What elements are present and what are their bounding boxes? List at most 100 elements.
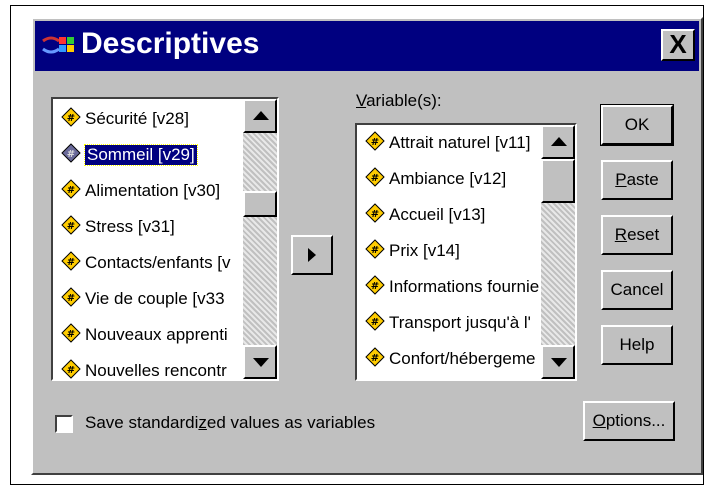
source-list-items: # Sécurité [v28] # Sommeil [v29] # Alimentati… — [53, 101, 241, 379]
list-item-label: Ambiance [v12] — [389, 169, 507, 188]
title-bar: Descriptives X — [35, 21, 699, 71]
list-item[interactable]: # Nouvelles rencontr — [53, 353, 241, 379]
list-item[interactable]: # Stress [v31] — [53, 209, 241, 245]
svg-text:#: # — [67, 113, 75, 124]
list-item-label: Informations fournie — [389, 277, 539, 296]
numeric-variable-icon: # — [365, 166, 385, 192]
save-standardized-label[interactable]: Save standardized values as variables — [85, 413, 375, 433]
list-item[interactable]: # Nouveaux apprenti — [53, 317, 241, 353]
paste-mnemonic: P — [615, 170, 627, 189]
svg-text:#: # — [67, 257, 75, 268]
variables-label-mnemonic: V — [356, 91, 367, 110]
svg-text:#: # — [371, 281, 379, 292]
svg-text:#: # — [371, 209, 379, 220]
numeric-variable-icon: # — [61, 214, 81, 240]
checkbox-label-part2: ed values as variables — [206, 413, 376, 432]
arrow-down-icon — [253, 358, 269, 367]
list-item[interactable]: # Confort/hébergeme — [357, 341, 539, 377]
svg-text:#: # — [371, 353, 379, 364]
scroll-thumb[interactable] — [243, 191, 277, 217]
move-to-variables-button[interactable] — [291, 235, 333, 275]
svg-text:#: # — [67, 185, 75, 196]
numeric-variable-icon: # — [61, 250, 81, 276]
list-item-label: Sommeil [v29] — [84, 144, 198, 166]
window-title: Descriptives — [81, 27, 260, 60]
list-item[interactable]: # Accueil [v13] — [357, 197, 539, 233]
list-item[interactable]: # Vie de couple [v33 — [53, 281, 241, 317]
numeric-variable-icon: # — [61, 142, 81, 168]
svg-text:#: # — [67, 293, 75, 304]
list-item[interactable]: # Informations fournie — [357, 269, 539, 305]
list-item[interactable]: # Transport jusqu'à l' — [357, 305, 539, 341]
list-item-label: Vie de couple [v33 — [85, 289, 225, 308]
arrow-up-icon — [253, 111, 269, 120]
scroll-up-button[interactable] — [541, 125, 575, 159]
close-button[interactable]: X — [661, 29, 695, 61]
numeric-variable-icon: # — [365, 238, 385, 264]
list-item-label: Stress [v31] — [85, 217, 175, 236]
svg-text:#: # — [371, 173, 379, 184]
options-button[interactable]: Options... — [583, 401, 675, 441]
list-item-label: Attrait naturel [v11] — [389, 133, 531, 152]
scroll-up-button[interactable] — [243, 99, 277, 133]
list-item[interactable]: # Attrait naturel [v11] — [357, 125, 539, 161]
source-variable-list[interactable]: # Sécurité [v28] # Sommeil [v29] # Alimentati… — [51, 97, 279, 381]
numeric-variable-icon: # — [61, 286, 81, 312]
list-item[interactable]: # Ambiance [v12] — [357, 161, 539, 197]
list-item[interactable]: # Contacts/enfants [v — [53, 245, 241, 281]
svg-text:#: # — [371, 245, 379, 256]
numeric-variable-icon: # — [61, 106, 81, 132]
arrow-down-icon — [551, 358, 567, 367]
scroll-down-button[interactable] — [243, 345, 277, 379]
list-item-label: Confort/hébergeme — [389, 349, 536, 368]
reset-button[interactable]: Reset — [601, 215, 673, 255]
numeric-variable-icon: # — [61, 358, 81, 380]
numeric-variable-icon: # — [61, 322, 81, 348]
list-item-label: Transport jusqu'à l' — [389, 313, 531, 332]
list-item-label: Prix [v14] — [389, 241, 460, 260]
list-item[interactable]: # Prix [v14] — [357, 233, 539, 269]
help-button[interactable]: Help — [601, 325, 673, 365]
svg-text:#: # — [371, 137, 379, 148]
scroll-down-button[interactable] — [541, 345, 575, 379]
source-list-scrollbar[interactable] — [243, 99, 277, 379]
paste-button[interactable]: Paste — [601, 160, 673, 200]
list-item-label: Nouveaux apprenti — [85, 325, 228, 344]
svg-text:#: # — [67, 221, 75, 232]
numeric-variable-icon: # — [365, 202, 385, 228]
numeric-variable-icon: # — [365, 346, 385, 372]
cancel-button[interactable]: Cancel — [601, 270, 673, 310]
list-item[interactable]: # Alimentation [v30] — [53, 173, 241, 209]
svg-text:#: # — [371, 317, 379, 328]
arrow-right-icon — [308, 248, 316, 262]
list-item-label: Sécurité [v28] — [85, 109, 189, 128]
variables-label: Variable(s): — [356, 91, 442, 111]
list-item[interactable]: # Sécurité [v28] — [53, 101, 241, 137]
numeric-variable-icon: # — [61, 178, 81, 204]
svg-text:#: # — [67, 149, 75, 160]
checkbox-label-mnemonic: z — [198, 413, 207, 432]
checkbox-label-part1: Save standardi — [85, 413, 199, 432]
help-label: Help — [619, 335, 655, 354]
variables-list-items: # Attrait naturel [v11] # Ambiance [v12] # Ac… — [357, 125, 539, 379]
options-mnemonic: O — [592, 411, 606, 430]
numeric-variable-icon: # — [365, 130, 385, 156]
options-label: ptions... — [605, 411, 666, 430]
variables-list-scrollbar[interactable] — [541, 125, 575, 379]
list-item-label: Alimentation [v30] — [85, 181, 221, 200]
scroll-thumb[interactable] — [541, 159, 575, 203]
ok-label: OK — [624, 115, 650, 134]
cancel-label: Cancel — [610, 280, 664, 299]
svg-text:#: # — [67, 329, 75, 340]
svg-text:#: # — [67, 365, 75, 376]
ok-button[interactable]: OK — [600, 104, 674, 146]
paste-label: aste — [626, 170, 659, 189]
selected-variables-list[interactable]: # Attrait naturel [v11] # Ambiance [v12] # Ac… — [355, 123, 577, 381]
arrow-up-icon — [551, 137, 567, 146]
list-item-label: Accueil [v13] — [389, 205, 486, 224]
numeric-variable-icon: # — [365, 274, 385, 300]
numeric-variable-icon: # — [365, 310, 385, 336]
spss-logo-icon — [42, 36, 74, 54]
save-standardized-checkbox[interactable] — [55, 415, 73, 433]
list-item[interactable]: # Sommeil [v29] — [53, 137, 241, 173]
